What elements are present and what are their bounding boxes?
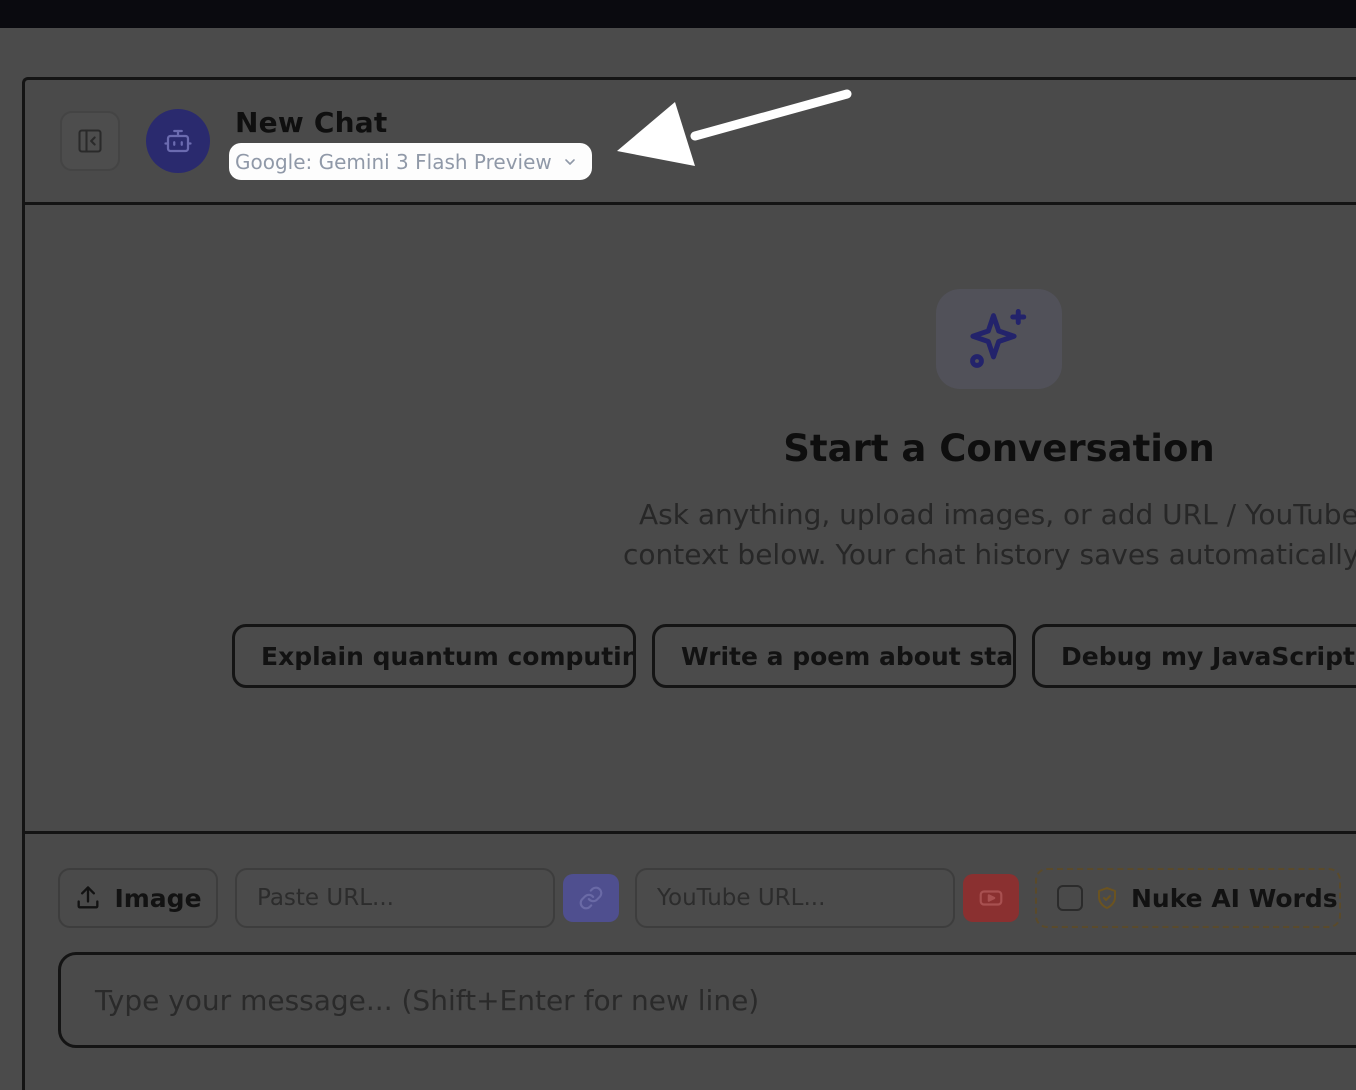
- upload-image-label: Image: [114, 883, 202, 913]
- link-icon: [579, 886, 603, 910]
- add-youtube-button[interactable]: [963, 874, 1019, 922]
- nuke-ai-words-toggle[interactable]: Nuke AI Words: [1035, 868, 1341, 928]
- add-url-button[interactable]: [563, 874, 619, 922]
- nuke-ai-words-checkbox[interactable]: [1057, 885, 1083, 911]
- empty-state: Start a Conversation Ask anything, uploa…: [25, 205, 1356, 831]
- subtitle-line-2: context below. Your chat history saves a…: [623, 538, 1356, 571]
- chat-title: New Chat: [235, 106, 388, 139]
- composer: Image Nuke AI Words Type your m: [25, 831, 1356, 1090]
- message-input[interactable]: Type your message... (Shift+Enter for ne…: [58, 952, 1356, 1048]
- annotation-arrow-icon: [617, 89, 852, 166]
- empty-state-title: Start a Conversation: [783, 427, 1215, 470]
- subtitle-line-1: Ask anything, upload images, or add URL …: [639, 498, 1356, 531]
- message-placeholder: Type your message... (Shift+Enter for ne…: [95, 983, 760, 1017]
- empty-state-subtitle: Ask anything, upload images, or add URL …: [623, 495, 1356, 575]
- bot-avatar: [146, 109, 210, 173]
- youtube-icon: [979, 890, 1003, 906]
- youtube-url-input[interactable]: [635, 868, 955, 928]
- chevron-down-icon: [564, 158, 575, 165]
- suggestion-chip[interactable]: Explain quantum computing: [232, 624, 636, 688]
- sparkles-icon: [970, 309, 1027, 368]
- shield-icon: [1098, 887, 1116, 909]
- robot-icon: [164, 129, 192, 153]
- url-input[interactable]: [235, 868, 555, 928]
- chat-window: New Chat Google: Gemini 3 Flash Preview …: [22, 77, 1356, 1090]
- suggestion-chip[interactable]: Debug my JavaScript co: [1032, 624, 1356, 688]
- sidebar-toggle-button[interactable]: [60, 111, 120, 171]
- hero-icon-tile: [936, 289, 1062, 389]
- upload-icon: [77, 886, 99, 909]
- chat-header: New Chat Google: Gemini 3 Flash Preview: [25, 80, 1356, 205]
- nuke-ai-words-label: Nuke AI Words: [1131, 883, 1338, 913]
- suggestion-chip[interactable]: Write a poem about stars: [652, 624, 1016, 688]
- model-selector[interactable]: Google: Gemini 3 Flash Preview: [229, 143, 592, 180]
- upload-image-button[interactable]: Image: [58, 868, 218, 928]
- model-selector-label: Google: Gemini 3 Flash Preview: [235, 149, 552, 174]
- top-bar: [0, 0, 1356, 28]
- sidebar-collapse-icon: [78, 129, 102, 153]
